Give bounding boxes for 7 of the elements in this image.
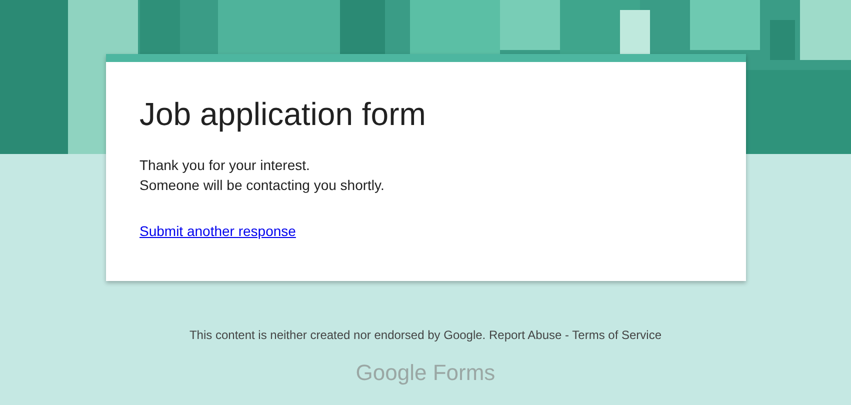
footer-link[interactable]: Report Abuse — [488, 328, 562, 342]
form-title: Job application form — [140, 96, 427, 133]
google-forms-logo: Google Forms — [356, 360, 496, 386]
footer-disclaimer: This content is neither created nor endorsed by Google. Report Abuse - Terms of Service — [189, 328, 662, 342]
submit-another-link[interactable]: Submit another response — [140, 223, 296, 239]
confirmation-message: Thank you for your interest. Someone will be contacting you shortly. — [140, 156, 386, 195]
footer-link[interactable]: Terms of Service — [572, 328, 662, 342]
